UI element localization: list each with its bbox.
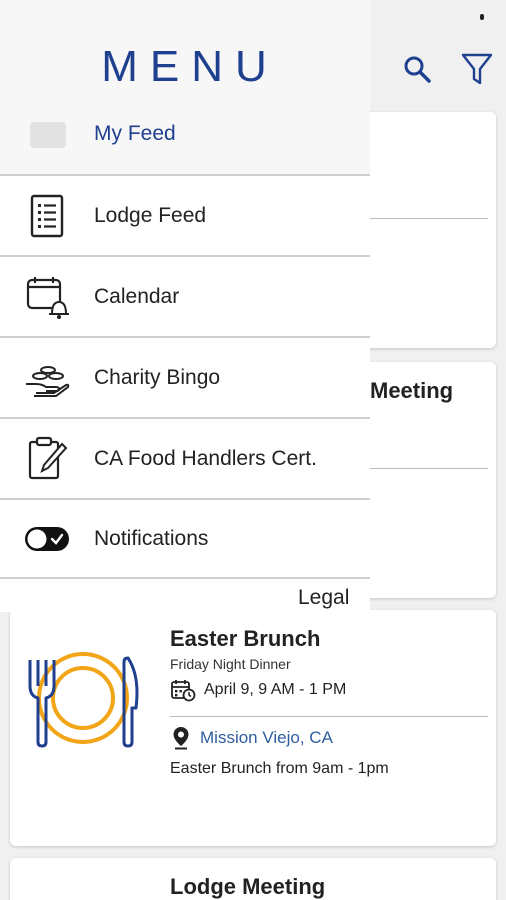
menu-item-label: Notifications <box>94 526 209 550</box>
hand-chips-icon <box>24 355 70 401</box>
legal-link[interactable]: Legal <box>298 586 349 610</box>
status-indicator <box>480 14 484 20</box>
event-title: Easter Brunch <box>170 626 321 651</box>
event-card[interactable]: Easter Brunch Friday Night Dinner April … <box>10 610 496 846</box>
calendar-clock-icon <box>171 680 196 702</box>
event-subtitle: Friday Night Dinner <box>170 656 291 672</box>
menu-item-my-feed[interactable]: My Feed <box>94 122 176 146</box>
menu-item-label: Lodge Feed <box>94 203 207 227</box>
clipboard-pen-icon <box>24 436 70 482</box>
menu-item-charity-bingo[interactable]: Charity Bingo <box>0 336 370 417</box>
event-title: Lodge Meeting <box>170 874 326 899</box>
filter-icon[interactable] <box>460 52 494 86</box>
card-divider <box>370 218 488 219</box>
event-card[interactable]: Lodge Meeting <box>10 858 496 900</box>
drawer-header: MENU My Feed <box>0 0 370 174</box>
event-date-row: April 9, 9 AM - 1 PM <box>170 678 346 702</box>
event-location: Mission Viejo, CA <box>200 728 333 747</box>
event-date: April 9, 9 AM - 1 PM <box>204 681 347 698</box>
card-divider <box>170 716 488 717</box>
calendar-bell-icon <box>24 274 70 320</box>
menu-item-notifications[interactable]: Notifications <box>0 498 370 579</box>
list-icon <box>24 193 70 239</box>
feed-icon <box>30 122 66 148</box>
menu-item-lodge-feed[interactable]: Lodge Feed <box>0 174 370 255</box>
map-pin-icon <box>173 727 189 750</box>
navigation-drawer: MENU My Feed Lodge Feed Calendar Charity… <box>0 0 370 612</box>
dinner-plate-icon <box>28 652 139 748</box>
menu-title: MENU <box>101 42 279 91</box>
menu-item-food-handlers-cert[interactable]: CA Food Handlers Cert. <box>0 417 370 498</box>
menu-item-calendar[interactable]: Calendar <box>0 255 370 336</box>
header-actions <box>400 52 494 86</box>
menu-item-label: Charity Bingo <box>94 365 221 389</box>
menu-item-label: CA Food Handlers Cert. <box>94 446 317 470</box>
menu-list: Lodge Feed Calendar Charity Bingo CA Foo… <box>0 174 370 579</box>
search-icon[interactable] <box>400 52 434 86</box>
card-divider <box>370 468 488 469</box>
event-location-link[interactable]: Mission Viejo, CA <box>172 726 333 750</box>
event-description: Easter Brunch from 9am - 1pm <box>170 760 389 777</box>
card-title: Meeting <box>370 378 454 403</box>
toggle-icon <box>24 516 70 562</box>
menu-item-label: Calendar <box>94 284 180 308</box>
